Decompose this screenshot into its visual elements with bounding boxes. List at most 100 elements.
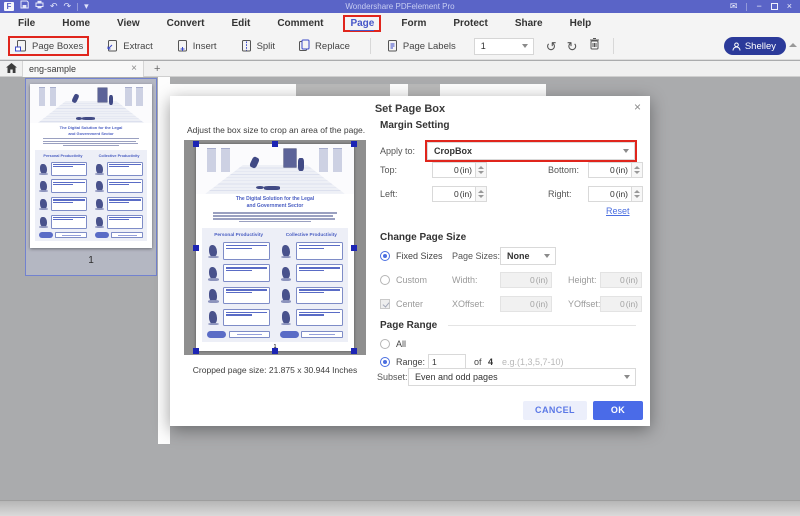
maximize-button[interactable]: [770, 3, 778, 10]
crop-handle-middle-left[interactable]: [193, 245, 199, 251]
bottom-spinner[interactable]: [632, 162, 643, 178]
menu-file[interactable]: File: [18, 16, 35, 31]
replace-button[interactable]: Replace: [293, 36, 354, 56]
menu-page[interactable]: Page: [343, 14, 382, 32]
print-icon[interactable]: [35, 0, 44, 13]
apply-to-dropdown[interactable]: CropBox: [427, 142, 635, 160]
page-boxes-button[interactable]: Page Boxes: [8, 36, 90, 56]
crop-handle-top-center[interactable]: [272, 141, 278, 147]
page-thumbnail[interactable]: The Digital Solution for the Legal and G…: [25, 78, 157, 276]
custom-radio[interactable]: [380, 275, 390, 285]
crop-handle-bottom-right[interactable]: [351, 348, 357, 354]
extract-button[interactable]: Extract: [101, 36, 157, 56]
close-window-button[interactable]: ×: [787, 0, 792, 13]
save-icon[interactable]: [20, 0, 29, 13]
titlebar-separator: [77, 2, 79, 11]
top-input[interactable]: 0(in): [432, 162, 476, 178]
status-bar: [0, 500, 800, 516]
cropped-page-size: Cropped page size: 21.875 x 30.944 Inche…: [192, 365, 358, 375]
subset-value: Even and odd pages: [415, 372, 498, 382]
document-col1-heading: Personal Productivity: [43, 154, 83, 159]
page-range-divider: [448, 325, 636, 326]
height-input: 0(in): [600, 272, 642, 288]
apply-to-value: CropBox: [434, 146, 472, 156]
document-paragraph: [213, 212, 337, 224]
xoffset-input: 0(in): [500, 296, 552, 312]
menu-share[interactable]: Share: [515, 16, 543, 31]
menu-edit[interactable]: Edit: [231, 16, 250, 31]
thumbnail-page-number: 1: [88, 255, 94, 266]
crop-preview-page[interactable]: The Digital Solution for the Legal and G…: [196, 144, 354, 351]
split-button[interactable]: Split: [235, 36, 279, 56]
delete-page-icon[interactable]: [588, 37, 601, 55]
rotate-right-icon[interactable]: ↻: [567, 38, 578, 55]
crop-handle-middle-right[interactable]: [351, 245, 357, 251]
cancel-button[interactable]: CANCEL: [523, 401, 587, 420]
menu-home[interactable]: Home: [62, 16, 90, 31]
redo-icon[interactable]: ↷: [64, 0, 72, 13]
crop-handle-bottom-center[interactable]: [272, 348, 278, 354]
chevron-down-icon: [624, 375, 630, 379]
insert-icon: [177, 40, 187, 52]
menu-help[interactable]: Help: [570, 16, 592, 31]
document-illustration: [30, 84, 152, 124]
page-number-combo[interactable]: 1: [473, 37, 534, 55]
document-title-line2: and Government Sector: [246, 203, 304, 210]
center-label: Center: [396, 299, 424, 309]
menu-form[interactable]: Form: [401, 16, 426, 31]
document-tab[interactable]: eng-sample ×: [22, 60, 144, 77]
page-range-heading: Page Range: [380, 320, 438, 331]
bottom-label: Bottom:: [548, 165, 580, 175]
menu-bar: File Home View Convert Edit Comment Page…: [0, 13, 800, 33]
right-input[interactable]: 0(in): [588, 186, 632, 202]
left-input[interactable]: 0(in): [432, 186, 476, 202]
crop-handle-bottom-left[interactable]: [193, 348, 199, 354]
fixed-sizes-radio[interactable]: [380, 251, 390, 261]
range-radio[interactable]: [380, 357, 390, 367]
tab-bar: eng-sample × +: [0, 60, 800, 78]
height-label: Height:: [568, 275, 597, 285]
all-pages-radio[interactable]: [380, 339, 390, 349]
yoffset-input: 0(in): [600, 296, 642, 312]
reset-link[interactable]: Reset: [606, 206, 630, 216]
messages-icon[interactable]: ✉: [730, 0, 738, 13]
insert-button[interactable]: Insert: [171, 36, 221, 56]
toolbar-separator-2: [612, 38, 614, 54]
mini-document: The Digital Solution for the Legal and G…: [196, 144, 354, 351]
menu-protect[interactable]: Protect: [453, 16, 487, 31]
top-spinner[interactable]: [476, 162, 487, 178]
menu-view[interactable]: View: [117, 16, 140, 31]
document-title-line1: The Digital Solution for the Legal: [235, 196, 315, 203]
page-sizes-dropdown[interactable]: None: [500, 247, 556, 265]
bottom-input[interactable]: 0(in): [588, 162, 632, 178]
page-labels-button[interactable]: Page Labels: [381, 36, 460, 56]
customize-toolbar-dropdown-icon[interactable]: ▾: [84, 0, 89, 13]
undo-icon[interactable]: ↶: [50, 0, 58, 13]
document-illustration: [196, 144, 354, 194]
subset-dropdown[interactable]: Even and odd pages: [408, 368, 636, 386]
minimize-button[interactable]: −: [756, 0, 761, 13]
crop-handle-top-right[interactable]: [351, 141, 357, 147]
document-tab-label: eng-sample: [29, 63, 77, 74]
rotate-left-icon[interactable]: ↺: [546, 38, 557, 55]
left-spinner[interactable]: [476, 186, 487, 202]
width-label: Width:: [452, 275, 478, 285]
user-account-button[interactable]: Shelley: [723, 37, 786, 55]
home-tab-icon[interactable]: [0, 60, 22, 78]
toolbar-separator-1: [369, 38, 371, 54]
crop-handle-top-left[interactable]: [193, 141, 199, 147]
dialog-close-icon[interactable]: ×: [634, 100, 641, 114]
dialog-title: Set Page Box: [374, 103, 446, 115]
close-tab-icon[interactable]: ×: [131, 63, 137, 74]
ok-button[interactable]: OK: [593, 401, 643, 420]
document-col2-heading: Collective Productivity: [98, 154, 140, 159]
right-spinner[interactable]: [632, 186, 643, 202]
behind-page-fragment: [408, 84, 440, 96]
menu-comment[interactable]: Comment: [277, 16, 323, 31]
xoffset-label: XOffset:: [452, 299, 485, 309]
new-tab-icon[interactable]: +: [154, 63, 160, 75]
app-logo-icon: F: [4, 2, 14, 11]
menu-convert[interactable]: Convert: [167, 16, 205, 31]
collapse-toolbar-icon[interactable]: [789, 43, 797, 47]
menu-page-label: Page: [350, 17, 375, 31]
